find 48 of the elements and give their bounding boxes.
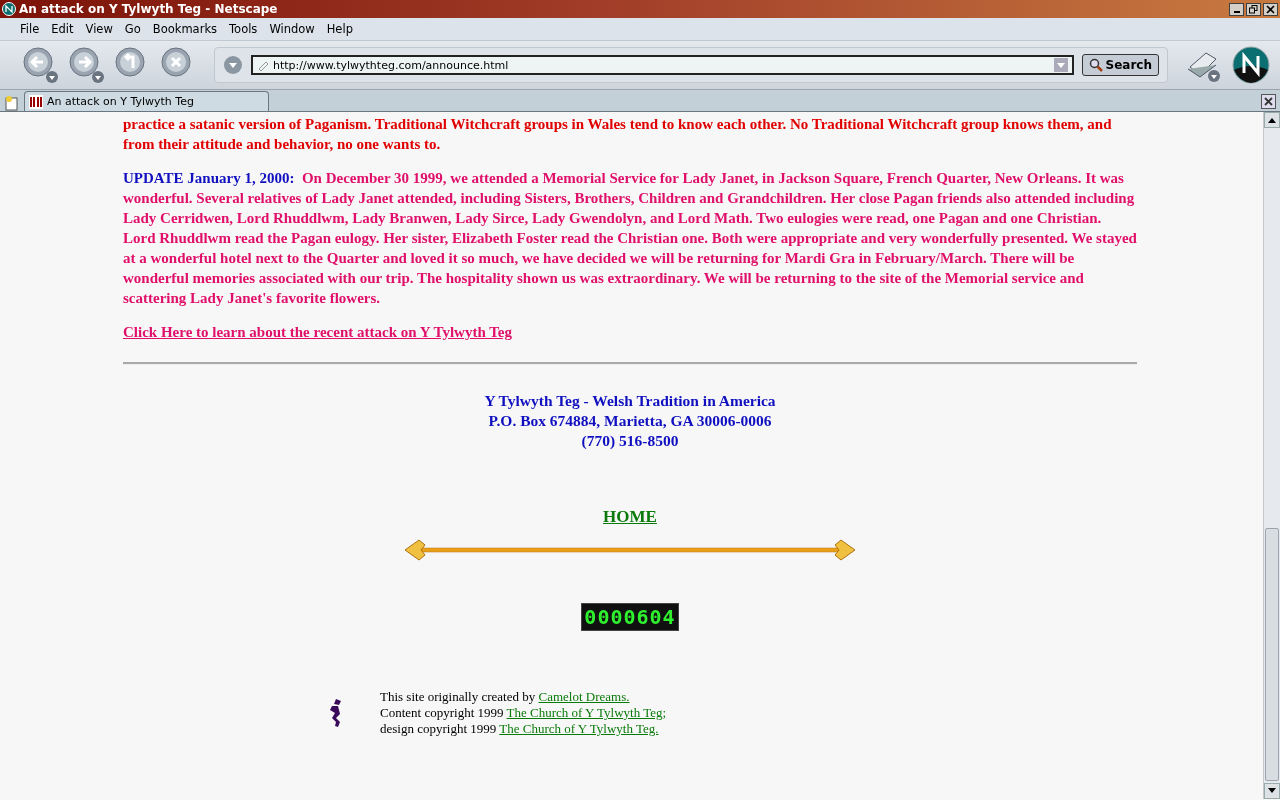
new-tab-icon[interactable] — [4, 95, 20, 111]
url-field[interactable]: http://www.tylwythteg.com/announce.html — [251, 55, 1074, 75]
hit-counter: 0000604 — [581, 603, 679, 631]
home-link[interactable]: HOME — [603, 507, 657, 526]
app-logo-icon — [2, 2, 16, 16]
update-paragraph: UPDATE January 1, 2000: On December 30 1999, we attended a Memorial Service for Lady Janet, in Jackson Square, French Quarter, New Orleans. It was wonderful. Several relatives of Lady Janet attended, including Sisters, Brothers, Children and Grandchildren. Her close Pagan friends also attended including Lady Cerridwen, Lord Rhuddlwm, Lady Branwen, Lady Sirce, Lady Gwendolyn, and Lord Math. Two eulogies were read, one Pagan and one Christian. Lord Rhuddlwm read the Pagan eulogy. Her sister, Elizabeth Foster read the Christian one. Both were appropriate and very wonderfully presented. We stayed at a wonderful hotel next to the Quarter and loved it so much, we have decided we will be returning for Mardi Gra in February/March. There will be wonderful memories associated with our trip. The hospitality shown us was extraordinary. We will be returning to the site of the Memorial service and scattering Lady Janet's favorite flowers. — [123, 169, 1137, 308]
minimize-icon — [1233, 11, 1240, 13]
browser-logo-icon[interactable] — [1232, 46, 1270, 84]
scroll-down-button[interactable] — [1264, 783, 1280, 799]
site-icon — [29, 94, 43, 109]
menu-item[interactable]: View — [79, 19, 119, 39]
paragraph: practice a satanic version of Paganism. Traditional Witchcraft groups in Wales tend to know each other. No Traditional Witchcraft group knows them, and from their attitude and behavior, no one wants to. — [123, 115, 1113, 154]
dropdown-icon[interactable] — [223, 55, 243, 75]
credit-link[interactable]: The Church of Y Tylwyth Teg; — [506, 705, 667, 720]
menu-item[interactable]: Help — [320, 19, 359, 39]
credit-link[interactable]: The Church of Y Tylwyth Teg. — [499, 721, 659, 736]
scrollbar-thumb[interactable] — [1265, 528, 1279, 781]
credit-text: This site originally created by — [380, 689, 536, 704]
menu-item[interactable]: Bookmarks — [146, 19, 224, 39]
search-button[interactable]: Search — [1081, 54, 1159, 76]
menu-item[interactable]: File — [14, 19, 46, 39]
window-title: An attack on Y Tylwyth Teg - Netscape — [19, 2, 278, 16]
attack-link[interactable]: Click Here to learn about the recent attack on Y Tylwyth Teg — [123, 324, 512, 340]
menu-item[interactable]: Tools — [223, 19, 264, 39]
address-line: Y Tylwyth Teg - Welsh Tradition in America — [483, 391, 777, 411]
forward-button[interactable] — [68, 46, 106, 84]
minimize-button[interactable] — [1229, 2, 1244, 16]
address-line: (770) 516-8500 — [580, 431, 680, 451]
down-arrow-icon — [1268, 788, 1276, 794]
menu-item[interactable]: Edit — [45, 19, 80, 39]
close-tab-button[interactable] — [1261, 94, 1276, 109]
menu-item[interactable]: Go — [118, 19, 147, 39]
close-icon — [1264, 97, 1273, 106]
restore-icon — [1249, 4, 1258, 14]
up-arrow-icon — [1268, 117, 1276, 123]
dancing-figure-icon — [328, 698, 344, 728]
close-icon — [1266, 4, 1275, 14]
close-button[interactable] — [1263, 2, 1278, 16]
credit-link[interactable]: Camelot Dreams. — [538, 689, 630, 704]
back-button[interactable] — [22, 46, 60, 84]
address-line: P.O. Box 674884, Marietta, GA 30006-0006 — [487, 411, 773, 431]
menu-item[interactable]: Window — [263, 19, 321, 39]
restore-button[interactable] — [1246, 2, 1261, 16]
browser-tab[interactable]: An attack on Y Tylwyth Teg — [24, 91, 269, 111]
search-icon — [1088, 58, 1103, 72]
credit-text: Content copyright 1999 — [380, 705, 504, 720]
scroll-up-button[interactable] — [1264, 112, 1280, 128]
credit-text: design copyright 1999 — [380, 721, 497, 736]
